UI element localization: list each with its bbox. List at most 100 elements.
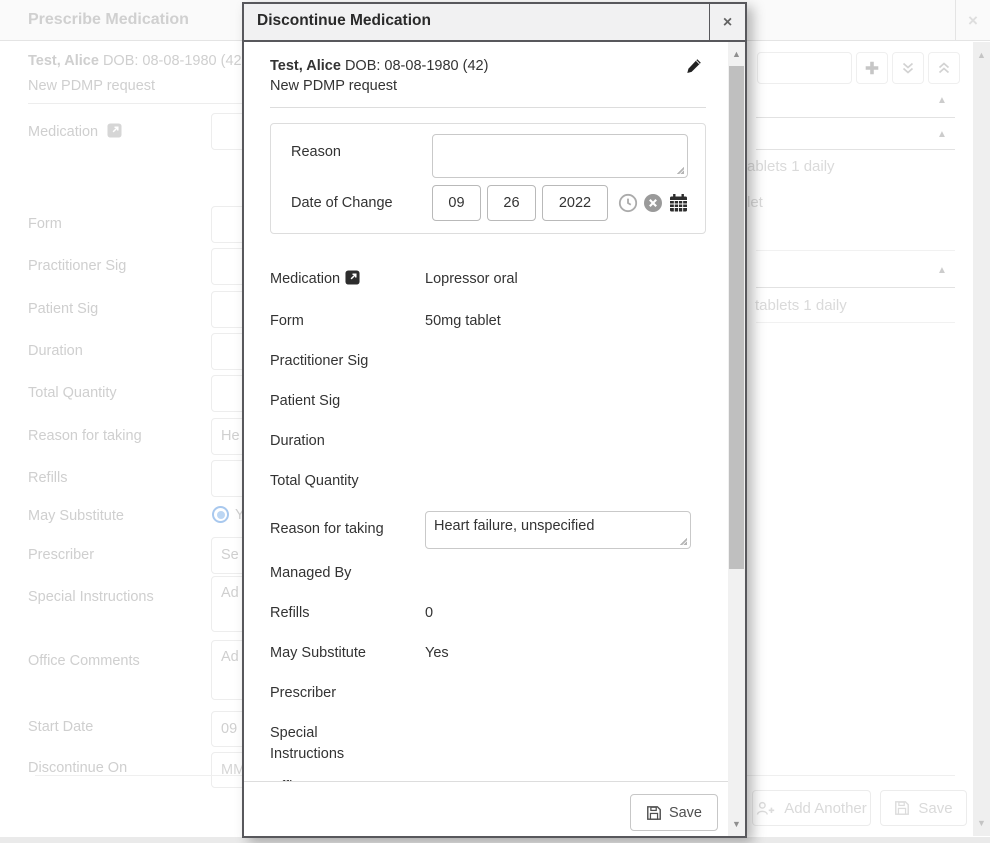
field-label: Total Quantity (270, 471, 385, 492)
field-label: Refills (270, 603, 385, 624)
field-label: Duration (270, 431, 385, 452)
divider (756, 287, 955, 288)
bg-label-prescriber: Prescriber (28, 547, 94, 563)
bg-label-form: Form (28, 216, 62, 232)
date-year-input[interactable] (542, 185, 608, 221)
dialog-body: Test, Alice DOB: 08-08-1980 (42) New PDM… (244, 44, 728, 836)
reason-textarea[interactable] (432, 134, 688, 178)
scroll-down-icon: ▼ (973, 818, 990, 828)
clock-icon[interactable] (618, 193, 638, 213)
field-row-form: Form 50mg tablet (270, 311, 706, 332)
bg-label-start-date: Start Date (28, 719, 93, 735)
bg-label-may-substitute: May Substitute (28, 508, 124, 524)
patient-name: Test, Alice (270, 58, 341, 74)
save-floppy-icon (646, 805, 662, 821)
field-label: Special Instructions (270, 723, 385, 765)
field-value: Lopressor oral (425, 269, 518, 292)
background-patient-line: Test, Alice DOB: 08-08-1980 (42) (28, 53, 246, 69)
divider (756, 322, 955, 323)
bg-may-substitute-radio (212, 506, 229, 523)
field-label: Prescriber (270, 683, 385, 704)
field-row-medication: Medication Lopressor oral (270, 269, 706, 292)
bg-label-medication: Medication (28, 123, 122, 142)
app-window: Prescribe Medication × Test, Alice DOB: … (0, 0, 990, 843)
bg-collapse-all-button (928, 52, 960, 84)
bg-add-button (856, 52, 888, 84)
dialog-header: Discontinue Medication × (244, 4, 745, 42)
bg-label-office-comments: Office Comments (28, 653, 140, 669)
date-of-change-row: Date of Change (291, 185, 691, 221)
add-another-icon (756, 800, 776, 817)
divider (756, 250, 955, 251)
add-another-button: Add Another (752, 790, 871, 826)
edit-pencil-icon[interactable] (686, 58, 702, 78)
scroll-up-icon[interactable]: ▲ (728, 49, 745, 59)
field-label: May Substitute (270, 643, 385, 664)
bg-label-reason-for-taking: Reason for taking (28, 428, 142, 444)
divider (28, 103, 278, 104)
bg-label-practitioner-sig: Practitioner Sig (28, 258, 126, 274)
clear-date-icon[interactable] (643, 193, 663, 213)
field-value: Yes (425, 643, 449, 664)
patient-name: Test, Alice (28, 53, 99, 69)
save-label: Save (669, 805, 702, 821)
bg-label-patient-sig: Patient Sig (28, 301, 98, 317)
add-another-label: Add Another (784, 800, 867, 817)
field-row-may-substitute: May Substitute Yes (270, 643, 706, 664)
external-link-icon (107, 123, 122, 142)
external-link-icon[interactable] (345, 270, 360, 292)
save-button[interactable]: Save (630, 794, 718, 831)
bg-save-button: Save (880, 790, 967, 826)
dialog-title: Discontinue Medication (244, 4, 709, 40)
double-chevron-up-icon (936, 60, 952, 76)
background-close-icon: × (956, 0, 990, 41)
field-row-prescriber: Prescriber (270, 683, 706, 704)
bg-label-total-quantity: Total Quantity (28, 385, 117, 401)
field-label: Form (270, 311, 385, 332)
bg-label-discontinue-on: Discontinue On (28, 760, 127, 776)
save-floppy-icon (894, 800, 910, 816)
scrollbar-thumb[interactable] (729, 66, 744, 569)
dialog-close-button[interactable]: × (709, 4, 745, 40)
dialog-scrollbar[interactable]: ▲ ▼ (728, 42, 745, 836)
field-value: 50mg tablet (425, 311, 501, 332)
date-of-change-label: Date of Change (291, 195, 432, 211)
field-row-total-quantity: Total Quantity (270, 471, 706, 492)
field-row-duration: Duration (270, 431, 706, 452)
field-label: Reason for taking (270, 511, 385, 553)
field-value: 0 (425, 603, 433, 624)
divider (756, 149, 955, 150)
patient-dob: DOB: 08-08-1980 (42) (103, 53, 246, 69)
collapse-arrow-icon: ▲ (937, 129, 947, 140)
reason-row: Reason (291, 134, 691, 182)
reason-label: Reason (291, 134, 432, 160)
calendar-icon[interactable] (668, 193, 689, 213)
bg-save-label: Save (918, 800, 952, 817)
bg-label-duration: Duration (28, 343, 83, 359)
discontinue-medication-dialog: Discontinue Medication × Test, Alice DOB… (242, 2, 747, 838)
background-request-line: New PDMP request (28, 78, 155, 94)
reason-for-taking-textarea[interactable]: Heart failure, unspecified (425, 511, 691, 549)
double-chevron-down-icon (900, 60, 916, 76)
field-label: Practitioner Sig (270, 351, 385, 372)
discontinue-reason-section: Reason Date of Change (270, 123, 706, 234)
page-scrollbar: ▲ ▼ (973, 42, 990, 836)
dialog-footer: Save (244, 781, 728, 836)
collapse-arrow-icon: ▲ (937, 265, 947, 276)
plus-icon (863, 59, 881, 77)
bg-medication-search-input (757, 52, 852, 84)
field-row-special-instructions: Special Instructions (270, 723, 706, 765)
field-label: Managed By (270, 563, 385, 584)
field-row-patient-sig: Patient Sig (270, 391, 706, 412)
patient-dob: DOB: 08-08-1980 (42) (345, 58, 488, 74)
field-row-refills: Refills 0 (270, 603, 706, 624)
bg-expand-all-button (892, 52, 924, 84)
patient-line: Test, Alice DOB: 08-08-1980 (42) (270, 56, 706, 76)
field-label: Patient Sig (270, 391, 385, 412)
bg-label-refills: Refills (28, 470, 67, 486)
date-day-input[interactable] (487, 185, 536, 221)
scroll-down-icon[interactable]: ▼ (728, 819, 745, 829)
date-month-input[interactable] (432, 185, 481, 221)
scroll-up-icon: ▲ (973, 50, 990, 60)
field-row-practitioner-sig: Practitioner Sig (270, 351, 706, 372)
